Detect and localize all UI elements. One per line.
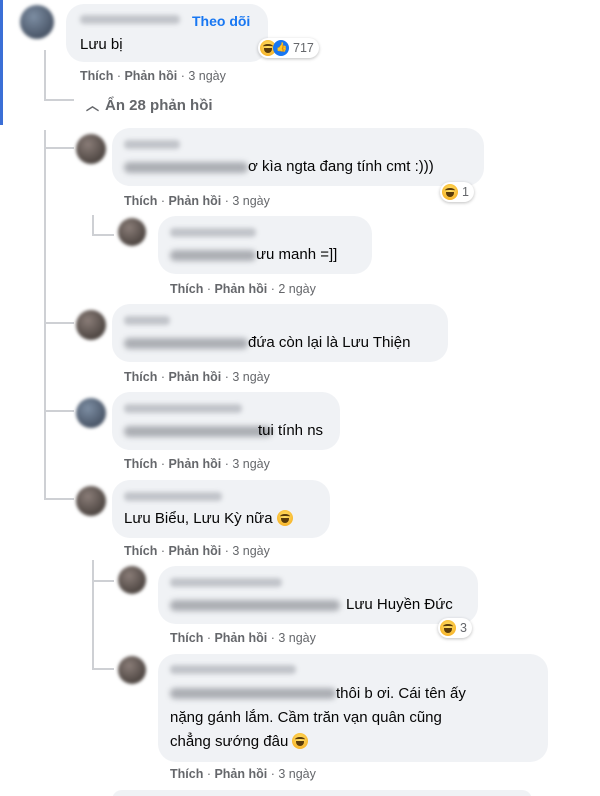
haha-emoji-icon: [276, 510, 293, 526]
reaction-summary[interactable]: 1: [440, 182, 474, 202]
thread-line: [92, 580, 114, 582]
blurred-author-name: [124, 404, 242, 413]
thread-line: [44, 322, 74, 324]
avatar[interactable]: [118, 566, 146, 594]
thread-line: [44, 147, 74, 149]
blurred-author-name: [80, 15, 180, 24]
comment-text: đứa còn lại là Lưu Thiện: [248, 334, 411, 351]
blurred-author-name: [170, 228, 256, 237]
timestamp[interactable]: 3 ngày: [232, 457, 270, 471]
comment-actions: Thích · Phản hồi · 3 ngày: [170, 767, 316, 781]
blurred-mention: [170, 600, 340, 611]
like-link[interactable]: Thích: [170, 282, 203, 296]
thread-line: [44, 498, 74, 500]
thread-line: [92, 234, 114, 236]
comment-actions: Thích · Phản hồi · 3 ngày: [124, 544, 270, 558]
blurred-mention: [170, 250, 256, 261]
comment-text: ơ kìa ngta đang tính cmt :))): [248, 158, 434, 175]
avatar[interactable]: [76, 134, 106, 164]
haha-emoji-icon: [292, 733, 309, 749]
left-edge-bar: [0, 0, 3, 125]
timestamp[interactable]: 3 ngày: [232, 370, 270, 384]
thread-line: [92, 215, 94, 235]
comment-text: Lưu Biểu, Lưu Kỳ nữa: [124, 509, 293, 529]
timestamp[interactable]: 3 ngày: [188, 69, 226, 83]
comment-actions: Thích · Phản hồi · 3 ngày: [124, 457, 270, 471]
thread-line: [44, 50, 46, 100]
like-link[interactable]: Thích: [170, 767, 203, 781]
reaction-summary[interactable]: 3: [438, 618, 472, 638]
thread-line: [92, 668, 114, 670]
reply-link[interactable]: Phản hồi: [168, 544, 221, 558]
timestamp[interactable]: 3 ngày: [232, 544, 270, 558]
blurred-author-name: [124, 140, 180, 149]
comment-text-label: chẳng sướng đâu: [170, 733, 289, 750]
avatar[interactable]: [118, 218, 146, 246]
comment-text: tui tính ns: [258, 422, 324, 439]
blurred-author-name: [170, 578, 282, 587]
comment-actions: Thích · Phản hồi · 3 ngày: [170, 631, 316, 645]
like-link[interactable]: Thích: [80, 69, 113, 83]
like-emoji-icon: [273, 40, 289, 56]
reaction-count: 717: [293, 41, 314, 55]
blurred-mention: [124, 338, 248, 349]
reply-link[interactable]: Phản hồi: [214, 767, 267, 781]
comment-text: Lưu bị: [80, 36, 123, 53]
avatar[interactable]: [76, 486, 106, 516]
blurred-author-name: [124, 492, 222, 501]
comment-text-line-2: nặng gánh lắm. Cầm trăn vạn quân cũng: [170, 709, 442, 726]
reply-link[interactable]: Phản hồi: [214, 282, 267, 296]
thread-line: [92, 560, 94, 670]
comment-text-line-3: chẳng sướng đâu: [170, 732, 309, 752]
reply-link[interactable]: Phản hồi: [168, 457, 221, 471]
blurred-author-name: [170, 665, 296, 674]
thread-line: [44, 99, 74, 101]
thread-line: [44, 410, 74, 412]
like-link[interactable]: Thích: [124, 370, 157, 384]
avatar[interactable]: [118, 656, 146, 684]
comment-text: ưu manh =]]: [256, 246, 338, 263]
comment-actions: Thích · Phản hồi · 2 ngày: [170, 282, 316, 296]
comment-text-line-1: thôi b ơi. Cái tên ấy: [336, 685, 466, 702]
hide-replies-button[interactable]: ︿ Ẩn 28 phản hồi: [86, 95, 213, 114]
reaction-summary[interactable]: 717: [258, 38, 319, 58]
like-link[interactable]: Thích: [124, 457, 157, 471]
timestamp[interactable]: 2 ngày: [278, 282, 316, 296]
blurred-mention: [124, 426, 272, 437]
timestamp[interactable]: 3 ngày: [232, 194, 270, 208]
reaction-count: 1: [462, 185, 469, 199]
avatar[interactable]: [76, 398, 106, 428]
reply-link[interactable]: Phản hồi: [168, 194, 221, 208]
reaction-count: 3: [460, 621, 467, 635]
timestamp[interactable]: 3 ngày: [278, 767, 316, 781]
hide-replies-label: Ẩn 28 phản hồi: [105, 97, 213, 114]
haha-emoji-icon: [442, 184, 458, 200]
comment-actions: Thích · Phản hồi · 3 ngày: [124, 370, 270, 384]
reply-link[interactable]: Phản hồi: [124, 69, 177, 83]
like-link[interactable]: Thích: [124, 194, 157, 208]
avatar[interactable]: [76, 310, 106, 340]
blurred-mention: [170, 688, 336, 699]
reply-link[interactable]: Phản hồi: [168, 370, 221, 384]
haha-emoji-icon: [440, 620, 456, 636]
comment-text: Lưu Huyền Đức: [346, 596, 453, 613]
timestamp[interactable]: 3 ngày: [278, 631, 316, 645]
like-link[interactable]: Thích: [170, 631, 203, 645]
chevron-up-icon: ︿: [86, 98, 100, 113]
thread-line: [44, 130, 46, 500]
like-link[interactable]: Thích: [124, 544, 157, 558]
comment-actions: Thích · Phản hồi · 3 ngày: [124, 194, 270, 208]
follow-link[interactable]: Theo dõi: [192, 13, 250, 29]
reply-link[interactable]: Phản hồi: [214, 631, 267, 645]
comment-actions: Thích · Phản hồi · 3 ngày: [80, 69, 226, 83]
avatar[interactable]: [20, 5, 54, 39]
comment-text-label: Lưu Biểu, Lưu Kỳ nữa: [124, 510, 273, 527]
comment-bubble: [112, 790, 532, 796]
blurred-author-name: [124, 316, 170, 325]
blurred-mention: [124, 162, 248, 173]
